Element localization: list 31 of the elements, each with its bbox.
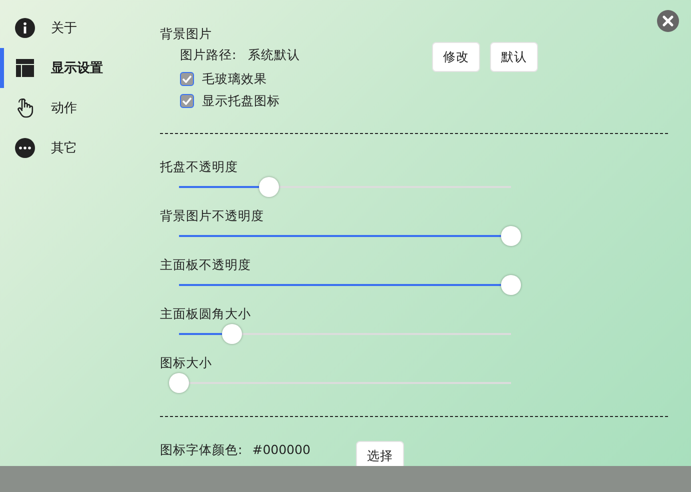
slider-thumb[interactable] <box>169 373 189 393</box>
info-icon <box>15 18 35 38</box>
slider-label: 图标大小 <box>160 354 212 372</box>
layout-icon <box>16 59 34 77</box>
path-label: 图片路径: <box>180 47 236 63</box>
color-value: #000000 <box>252 442 310 458</box>
checkbox[interactable] <box>180 72 194 86</box>
slider-label: 主面板不透明度 <box>160 256 251 274</box>
slider-thumb[interactable] <box>222 324 242 344</box>
more-icon <box>15 138 35 158</box>
sidebar-item[interactable]: 其它 <box>0 128 140 168</box>
checkbox-label: 毛玻璃效果 <box>202 70 267 88</box>
slider-thumb[interactable] <box>501 226 521 246</box>
checkbox[interactable] <box>180 94 194 108</box>
checkbox-label: 显示托盘图标 <box>202 92 280 110</box>
choose-button[interactable]: 选择 <box>356 441 404 466</box>
path-value: 系统默认 <box>248 47 300 63</box>
sidebar-item[interactable]: 显示设置 <box>0 48 140 88</box>
color-label: 图标字体颜色: <box>160 442 242 458</box>
modify-button[interactable]: 修改 <box>432 42 480 72</box>
slider-label: 主面板圆角大小 <box>160 305 251 323</box>
hand-pointer-icon <box>16 98 34 118</box>
close-icon[interactable] <box>657 10 679 32</box>
slider-label: 背景图片不透明度 <box>160 207 264 225</box>
slider-thumb[interactable] <box>258 177 279 197</box>
section-title: 背景图片 <box>160 26 212 42</box>
default-button[interactable]: 默认 <box>490 42 538 72</box>
slider-thumb[interactable] <box>501 275 521 295</box>
sidebar-item[interactable]: 关于 <box>0 8 140 48</box>
slider-label: 托盘不透明度 <box>160 158 238 176</box>
sidebar-item[interactable]: 动作 <box>0 88 140 128</box>
